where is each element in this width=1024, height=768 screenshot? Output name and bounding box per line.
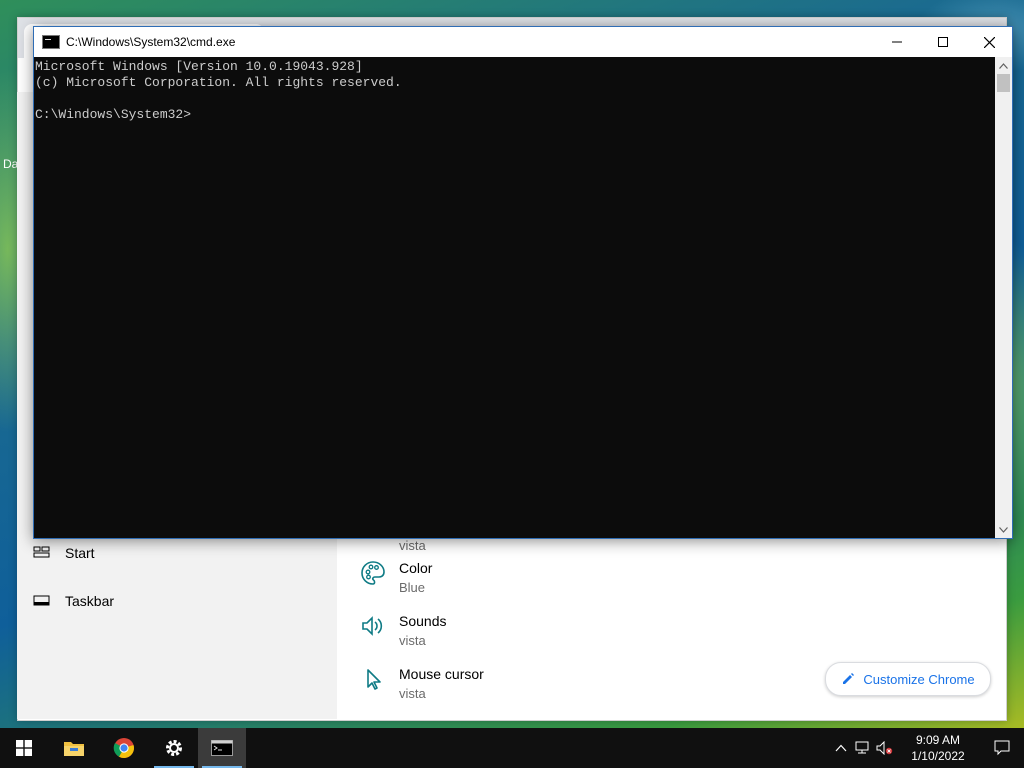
setting-title: Mouse cursor [399, 666, 484, 682]
chevron-up-icon [835, 744, 847, 752]
cmd-console[interactable]: Microsoft Windows [Version 10.0.19043.92… [34, 57, 995, 538]
cmd-window-controls [874, 27, 1012, 57]
chrome-icon [113, 738, 134, 759]
show-hidden-icons[interactable] [830, 728, 852, 768]
cmd-window: C:\Windows\System32\cmd.exe Microsoft Wi… [33, 26, 1013, 539]
maximize-icon [938, 37, 948, 47]
taskbar-cmd[interactable] [198, 728, 246, 768]
clock-date: 1/10/2022 [911, 749, 965, 763]
setting-color[interactable]: Color Blue [359, 560, 432, 595]
taskbar-settings[interactable] [150, 728, 198, 768]
settings-icon [166, 740, 182, 756]
nav-item-start[interactable]: Start [33, 544, 95, 562]
cursor-icon [359, 666, 387, 694]
setting-mouse-cursor[interactable]: Mouse cursor vista [359, 666, 484, 701]
speaker-icon [359, 613, 387, 641]
close-icon [983, 36, 995, 48]
clock[interactable]: 9:09 AM 1/10/2022 [896, 732, 980, 764]
close-button[interactable] [966, 27, 1012, 57]
pencil-icon [843, 673, 855, 684]
scroll-thumb[interactable] [997, 74, 1010, 92]
system-tray: 9:09 AM 1/10/2022 [830, 728, 1024, 768]
minimize-icon [892, 41, 902, 43]
console-prompt: C:\Windows\System32> [35, 107, 192, 122]
console-line: (c) Microsoft Corporation. All rights re… [35, 75, 402, 90]
palette-icon [359, 560, 387, 588]
nav-item-taskbar[interactable]: Taskbar [33, 592, 114, 610]
minimize-button[interactable] [874, 27, 920, 57]
maximize-button[interactable] [920, 27, 966, 57]
file-explorer-icon [64, 742, 84, 756]
clock-time: 9:09 AM [915, 733, 961, 747]
volume-muted-icon [876, 741, 893, 755]
notification-icon [994, 740, 1010, 756]
nav-item-label: Taskbar [65, 593, 115, 609]
nav-item-label: Start [65, 545, 95, 561]
customize-chrome-label: Customize Chrome [863, 671, 975, 687]
taskbar-file-explorer[interactable] [50, 728, 98, 768]
console-line: Microsoft Windows [Version 10.0.19043.92… [35, 59, 363, 74]
cmd-app-icon[interactable] [42, 35, 60, 49]
taskbar: 9:09 AM 1/10/2022 [0, 728, 1024, 768]
cmd-window-title: C:\Windows\System32\cmd.exe [66, 35, 236, 49]
start-button[interactable] [0, 728, 48, 768]
cmd-scrollbar[interactable] [995, 57, 1012, 538]
network-icon [855, 741, 869, 754]
setting-sub: vista [399, 686, 426, 701]
action-center-button[interactable] [980, 728, 1024, 768]
volume-button[interactable] [874, 728, 896, 768]
network-button[interactable] [852, 728, 874, 768]
setting-sub: vista [399, 633, 426, 648]
start-icon [16, 740, 32, 756]
setting-title: Sounds [399, 613, 447, 629]
scroll-down-icon[interactable] [995, 521, 1012, 538]
cmd-icon [211, 740, 233, 756]
taskbar-icon [33, 595, 50, 606]
setting-partial-sub: vista [399, 538, 426, 553]
taskbar-chrome[interactable] [100, 728, 148, 768]
setting-sounds[interactable]: Sounds vista [359, 613, 446, 648]
scroll-up-icon[interactable] [995, 57, 1012, 74]
cmd-titlebar[interactable]: C:\Windows\System32\cmd.exe [34, 27, 1012, 57]
setting-title: Color [399, 560, 433, 576]
setting-sub: Blue [399, 580, 426, 595]
start-layout-icon [33, 546, 50, 558]
customize-chrome-button[interactable]: Customize Chrome [825, 662, 991, 696]
